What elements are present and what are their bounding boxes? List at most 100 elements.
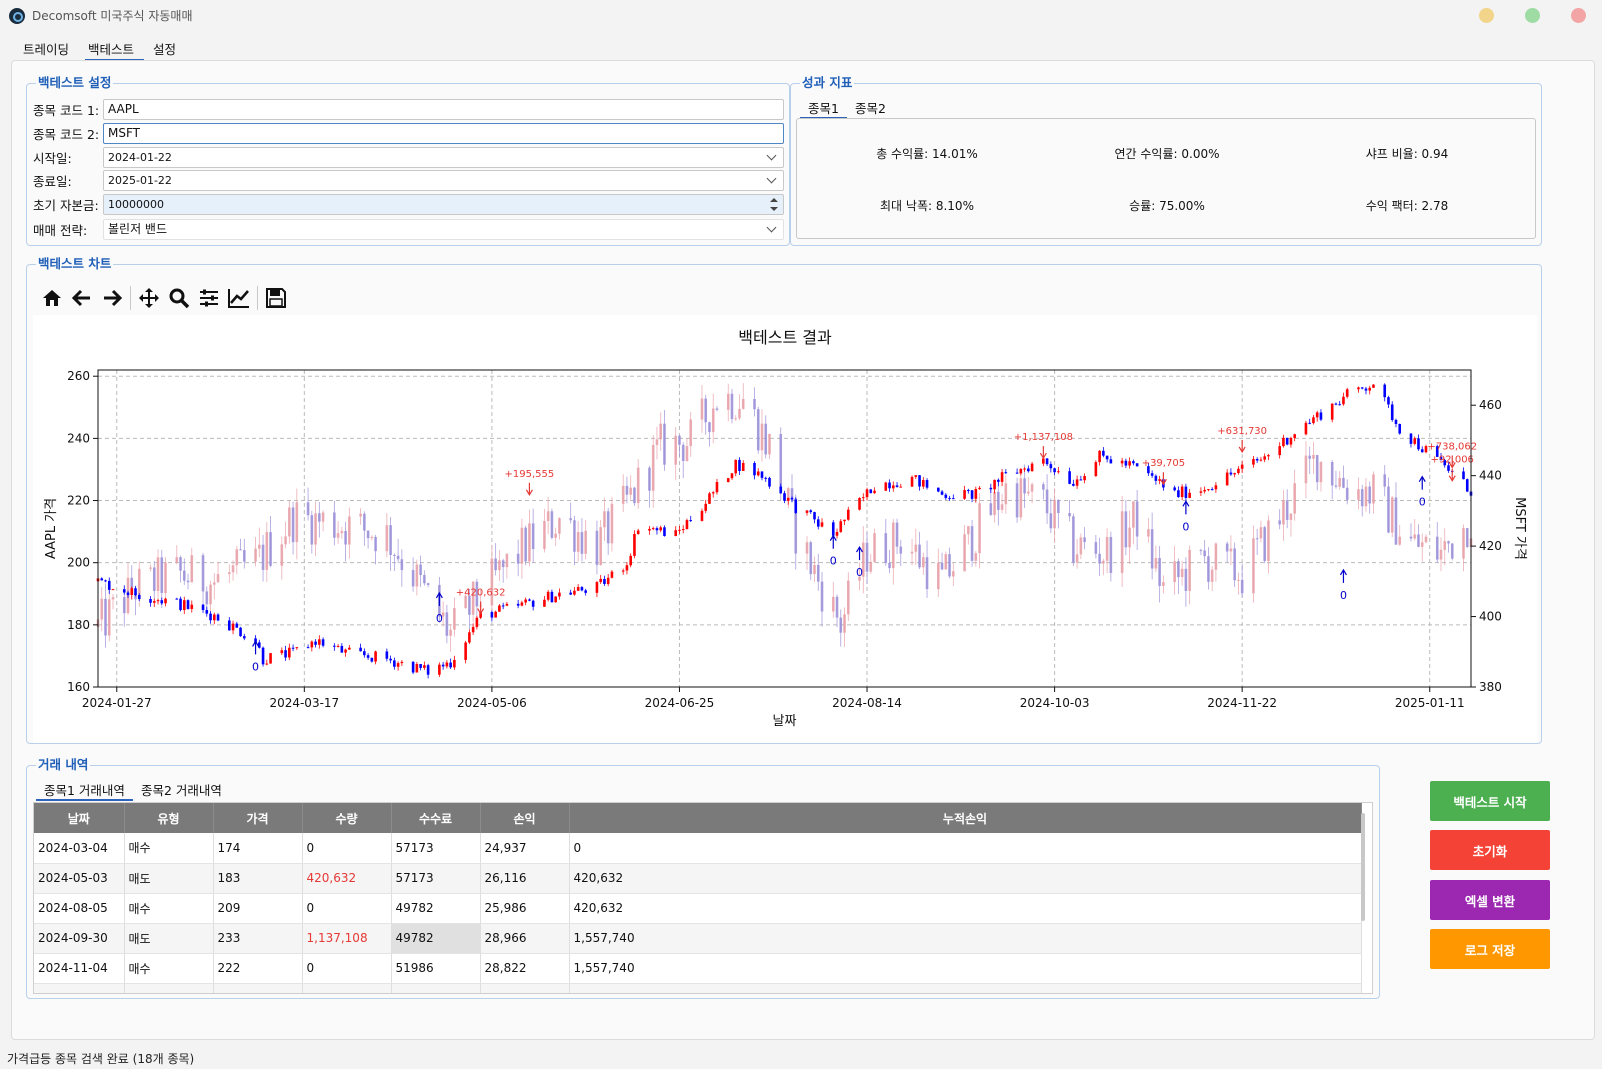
msft-candle: [629, 487, 632, 495]
tab-trading[interactable]: 트레이딩: [20, 41, 79, 61]
back-arrow-icon[interactable]: [67, 283, 97, 313]
stock2-label: 종목 코드 2:: [33, 126, 100, 142]
start-date-picker[interactable]: 2024-01-22: [103, 147, 784, 168]
stock2-input[interactable]: MSFT: [103, 123, 784, 144]
msft-candle: [160, 557, 164, 593]
sell-signal-label: +631,730: [1217, 426, 1267, 437]
configure-subplots-icon[interactable]: [194, 283, 224, 313]
msft-candle: [573, 520, 576, 552]
capital-row: 초기 자본금:: [33, 193, 105, 215]
table-row[interactable]: [34, 983, 1362, 993]
save-icon[interactable]: [261, 283, 291, 313]
home-icon[interactable]: [37, 283, 67, 313]
chart-canvas[interactable]: 백테스트 결과 0 0 +420,632 +195,555 0 0 +1,137,108 +3…: [33, 315, 1537, 743]
trades-table[interactable]: 날짜 유형 가격 수량 수수료 손익 누적손익 2024-03-04 매수 17…: [33, 802, 1373, 994]
aapl-candle: [1109, 459, 1113, 464]
aapl-candle: [1188, 492, 1191, 498]
edit-axis-icon[interactable]: [224, 283, 254, 313]
aapl-candle: [423, 665, 426, 668]
stock1-input[interactable]: AAPL: [103, 99, 784, 120]
msft-candle: [1315, 455, 1319, 483]
aapl-candle: [663, 527, 666, 536]
aapl-candle: [1098, 450, 1101, 463]
trade-signals: 0 0 +420,632 +195,555 0 0 +1,137,108 +39,705 0 +6…: [252, 426, 1477, 673]
spin-buttons[interactable]: [767, 196, 781, 213]
aapl-candle: [156, 600, 160, 602]
chevron-down-icon[interactable]: [766, 222, 777, 233]
msft-candle: [760, 423, 764, 451]
msft-candle: [209, 584, 212, 605]
msft-candle: [1109, 536, 1113, 573]
pan-icon[interactable]: [134, 283, 164, 313]
column-header[interactable]: 손익: [480, 803, 570, 833]
aapl-candle: [243, 636, 246, 639]
save-log-button[interactable]: 로그 저장: [1430, 929, 1550, 969]
msft-candle: [498, 560, 501, 571]
table-row[interactable]: 2024-03-04 매수 174 0 57173 24,937 0: [34, 833, 1362, 864]
column-header[interactable]: 날짜: [34, 803, 125, 833]
backtest-chart[interactable]: 백테스트 결과 0 0 +420,632 +195,555 0 0 +1,137,108 +3…: [33, 315, 1537, 743]
app-logo-icon: [9, 7, 25, 24]
capital-spinbox[interactable]: 10000000: [103, 194, 784, 215]
aapl-candle: [524, 599, 527, 603]
msft-candle: [265, 532, 269, 570]
tab-stock1-trades[interactable]: 종목1 거래내역: [36, 783, 133, 801]
tab-stock2[interactable]: 종목2: [847, 101, 894, 119]
aapl-candle: [865, 489, 869, 498]
table-row[interactable]: 2024-08-05 매수 209 0 49782 25,986 420,632: [34, 893, 1362, 924]
maximize-button[interactable]: [1525, 8, 1540, 23]
aapl-candle: [1278, 446, 1281, 456]
zoom-icon[interactable]: [164, 283, 194, 313]
table-row[interactable]: 2024-05-03 매도 183 420,632 57173 26,116 4…: [34, 863, 1362, 894]
column-header[interactable]: 수량: [302, 803, 392, 833]
tab-stock1[interactable]: 종목1: [800, 101, 847, 119]
aapl-candle: [681, 529, 685, 531]
end-date-picker[interactable]: 2025-01-22: [103, 170, 784, 191]
table-row[interactable]: 2024-09-30 매도 233 1,137,108 49782 28,966…: [34, 923, 1362, 954]
msft-candle: [1278, 520, 1281, 525]
tab-backtest[interactable]: 백테스트: [85, 41, 145, 61]
aapl-candle: [734, 459, 738, 474]
close-button[interactable]: [1571, 8, 1586, 23]
aapl-candle: [438, 664, 441, 675]
start-backtest-button[interactable]: 백테스트 시작: [1430, 781, 1550, 821]
chevron-down-icon[interactable]: [766, 173, 777, 184]
aapl-candle: [546, 591, 550, 600]
spin-up-icon[interactable]: [770, 198, 778, 202]
aapl-candle: [1004, 472, 1008, 474]
msft-candle: [520, 527, 524, 564]
strategy-select[interactable]: 볼린저 밴드: [103, 219, 784, 240]
minimize-button[interactable]: [1479, 8, 1494, 23]
tab-stock2-trades[interactable]: 종목2 거래내역: [133, 783, 230, 801]
table-cell: 매도: [124, 863, 214, 894]
aapl-candle: [490, 612, 494, 618]
aapl-candle: [760, 471, 764, 478]
table-cell: [302, 983, 392, 993]
aapl-candle: [393, 660, 396, 667]
metrics-panel: 총 수익률: 14.01% 연간 수익률: 0.00% 샤프 비율: 0.94 …: [796, 118, 1536, 239]
chevron-down-icon[interactable]: [766, 150, 777, 161]
table-row[interactable]: 2024-11-04 매수 222 0 51986 28,822 1,557,7…: [34, 953, 1362, 984]
msft-candle: [685, 446, 689, 461]
column-header[interactable]: 유형: [124, 803, 214, 833]
spin-down-icon[interactable]: [770, 207, 778, 211]
column-header[interactable]: 수수료: [391, 803, 481, 833]
aapl-candle: [599, 578, 602, 583]
table-cell: 57173: [391, 833, 481, 864]
msft-candle: [625, 485, 629, 495]
msft-candle: [708, 422, 711, 433]
strategy-label: 매매 전략:: [33, 222, 88, 238]
aapl-candle: [1079, 479, 1083, 481]
table-scrollbar[interactable]: [1361, 813, 1365, 921]
column-header[interactable]: 가격: [213, 803, 303, 833]
reset-button[interactable]: 초기화: [1430, 830, 1550, 870]
aapl-candle: [554, 596, 557, 603]
forward-arrow-icon[interactable]: [97, 283, 127, 313]
aapl-candle: [1345, 389, 1349, 397]
tab-settings[interactable]: 설정: [150, 41, 186, 61]
aapl-candle: [573, 590, 576, 595]
stock1-label: 종목 코드 1:: [33, 102, 100, 118]
aapl-candle: [1184, 486, 1188, 498]
column-header[interactable]: 누적손익: [569, 803, 1362, 833]
excel-export-button[interactable]: 엑셀 변환: [1430, 880, 1550, 920]
